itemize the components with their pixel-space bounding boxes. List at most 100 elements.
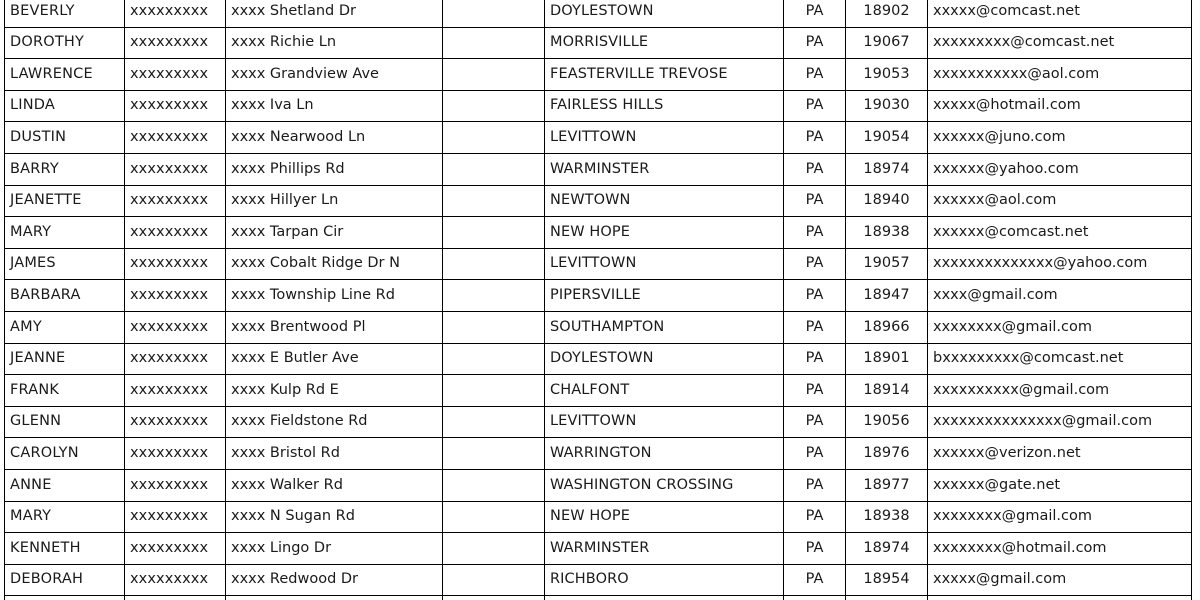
cell-email[interactable]: xxxxxxxx@hotmail.com — [927, 532, 1192, 565]
cell-zip[interactable]: 18947 — [845, 279, 928, 312]
cell-zip[interactable]: 18974 — [845, 152, 928, 186]
cell-city[interactable]: BRISTOL — [544, 595, 784, 600]
cell-state[interactable]: PA — [783, 374, 846, 407]
cell-city[interactable]: RICHBORO — [544, 563, 784, 597]
cell-street-address[interactable]: xxxx Richie Ln — [225, 26, 443, 60]
cell-zip[interactable]: 19054 — [845, 121, 928, 154]
cell-city[interactable]: WARMINSTER — [544, 152, 784, 186]
cell-zip[interactable]: 18977 — [845, 468, 928, 502]
cell-email[interactable]: xxxxxxxx@gmail.com — [927, 500, 1192, 534]
cell-street-address[interactable]: xxxx Kulp Rd E — [225, 374, 443, 407]
cell-last-name[interactable]: xxxxxxxxx — [124, 563, 226, 597]
table-row[interactable]: FREDERICKxxxxxxxxxxxxx Mansion St BRISTOL… — [4, 595, 1192, 600]
cell-state[interactable]: PA — [783, 405, 846, 439]
cell-email[interactable]: xxxxxxxxxxx@aol.com — [927, 58, 1192, 91]
cell-state[interactable]: PA — [783, 437, 846, 470]
cell-street-address[interactable]: xxxx Bristol Rd — [225, 437, 443, 470]
table-row[interactable]: BARBARA xxxxxxxxx xxxx Township Line Rd PIP… — [4, 279, 1192, 312]
cell-last-name[interactable]: xxxxxxxxx — [124, 152, 226, 186]
cell-zip[interactable]: 18938 — [845, 216, 928, 249]
cell-street-address[interactable]: xxxx Lingo Dr — [225, 532, 443, 565]
cell-first-name[interactable]: FRANK — [4, 374, 125, 407]
cell-first-name[interactable]: JAMES — [4, 247, 125, 281]
cell-zip[interactable]: 19030 — [845, 89, 928, 123]
cell-first-name[interactable]: DOROTHY — [4, 26, 125, 60]
cell-zip[interactable]: 19056 — [845, 405, 928, 439]
cell-first-name[interactable]: DEBORAH — [4, 563, 125, 597]
cell-last-name[interactable]: xxxxxxxxx — [124, 468, 226, 502]
cell-zip[interactable]: 18954 — [845, 563, 928, 597]
cell-street-address[interactable]: xxxx Cobalt Ridge Dr N — [225, 247, 443, 281]
cell-state[interactable]: PA — [783, 342, 846, 376]
cell-city[interactable]: CHALFONT — [544, 374, 784, 407]
cell-address-line-2[interactable] — [442, 89, 545, 123]
cell-city[interactable]: LEVITTOWN — [544, 247, 784, 281]
cell-zip[interactable]: 19053 — [845, 58, 928, 91]
table-row[interactable]: CAROLYN xxxxxxxxx xxxx Bristol Rd WARRINGTO… — [4, 437, 1192, 470]
cell-state[interactable]: PA — [783, 58, 846, 91]
cell-street-address[interactable]: xxxx Redwood Dr — [225, 563, 443, 597]
cell-email[interactable]: xxxxxx@comcast.net — [927, 216, 1192, 249]
cell-state[interactable]: PA — [783, 0, 846, 28]
cell-email[interactable]: xxxxxx@juno.com — [927, 121, 1192, 154]
cell-last-name[interactable]: xxxxxxxxx — [124, 374, 226, 407]
table-row[interactable]: KENNETH xxxxxxxxx xxxx Lingo Dr WARMINSTER P… — [4, 532, 1192, 565]
table-row[interactable]: DUSTIN xxxxxxxxx xxxx Nearwood Ln LEVITTOWN… — [4, 121, 1192, 154]
cell-zip[interactable]: 18966 — [845, 310, 928, 344]
cell-last-name[interactable]: xxxxxxxxx — [124, 216, 226, 249]
cell-city[interactable]: DOYLESTOWN — [544, 342, 784, 376]
cell-email[interactable]: xxxxxxxxxxxxxx@yahoo.com — [927, 247, 1192, 281]
cell-state[interactable]: PA — [783, 468, 846, 502]
cell-city[interactable]: SOUTHAMPTON — [544, 310, 784, 344]
cell-street-address[interactable]: xxxx Nearwood Ln — [225, 121, 443, 154]
cell-email[interactable]: xxxxx@comcast.net — [927, 0, 1192, 28]
cell-last-name[interactable]: xxxxxxxxx — [124, 89, 226, 123]
cell-street-address[interactable]: xxxx Fieldstone Rd — [225, 405, 443, 439]
table-row[interactable]: GLENN xxxxxxxxx xxxx Fieldstone Rd LEVITTOW… — [4, 405, 1192, 439]
cell-state[interactable]: PA — [783, 89, 846, 123]
cell-city[interactable]: FEASTERVILLE TREVOSE — [544, 58, 784, 91]
cell-first-name[interactable]: LAWRENCE — [4, 58, 125, 91]
table-row[interactable]: LAWRENCE xxxxxxxxx xxxx Grandview Ave FEAST… — [4, 58, 1192, 91]
cell-email[interactable]: xxxxxx@aol.com — [927, 184, 1192, 218]
cell-state[interactable]: PA — [783, 563, 846, 597]
cell-email[interactable]: xxxx@gmail.com — [927, 279, 1192, 312]
table-row[interactable]: LINDA xxxxxxxxx xxxx Iva Ln FAIRLESS HILLS P… — [4, 89, 1192, 123]
cell-first-name[interactable]: ANNE — [4, 468, 125, 502]
cell-address-line-2[interactable] — [442, 532, 545, 565]
cell-address-line-2[interactable] — [442, 247, 545, 281]
cell-city[interactable]: FAIRLESS HILLS — [544, 89, 784, 123]
cell-last-name[interactable]: xxxxxxxxx — [124, 532, 226, 565]
cell-address-line-2[interactable] — [442, 152, 545, 186]
cell-last-name[interactable]: xxxxxxxxx — [124, 0, 226, 28]
cell-city[interactable]: LEVITTOWN — [544, 121, 784, 154]
cell-first-name[interactable]: BEVERLY — [4, 0, 125, 28]
cell-zip[interactable]: 18938 — [845, 500, 928, 534]
cell-email[interactable]: xxxxxxxxxxxxxxx@gmail.com — [927, 405, 1192, 439]
cell-address-line-2[interactable] — [442, 595, 545, 600]
cell-address-line-2[interactable] — [442, 500, 545, 534]
cell-address-line-2[interactable] — [442, 184, 545, 218]
cell-street-address[interactable]: xxxx Mansion St — [225, 595, 443, 600]
cell-zip[interactable]: 18902 — [845, 0, 928, 28]
cell-first-name[interactable]: MARY — [4, 500, 125, 534]
cell-city[interactable]: DOYLESTOWN — [544, 0, 784, 28]
cell-zip[interactable]: 19007 — [845, 595, 928, 600]
cell-email[interactable]: xxxxxxxxxx@gmail.com — [927, 374, 1192, 407]
cell-city[interactable]: NEW HOPE — [544, 500, 784, 534]
cell-email[interactable]: bxxxxxxxxx@comcast.net — [927, 342, 1192, 376]
cell-first-name[interactable]: DUSTIN — [4, 121, 125, 154]
table-row[interactable]: DEBORAH xxxxxxxxx xxxx Redwood Dr RICHBORO P… — [4, 563, 1192, 597]
cell-city[interactable]: WASHINGTON CROSSING — [544, 468, 784, 502]
cell-address-line-2[interactable] — [442, 563, 545, 597]
table-row[interactable]: BEVERLY xxxxxxxxx xxxx Shetland Dr DOYLESTO… — [4, 0, 1192, 28]
cell-first-name[interactable]: CAROLYN — [4, 437, 125, 470]
cell-state[interactable]: PA — [783, 184, 846, 218]
cell-first-name[interactable]: BARBARA — [4, 279, 125, 312]
cell-first-name[interactable]: MARY — [4, 216, 125, 249]
cell-last-name[interactable]: xxxxxxxxx — [124, 184, 226, 218]
cell-street-address[interactable]: xxxx Township Line Rd — [225, 279, 443, 312]
table-row[interactable]: FRANK xxxxxxxxx xxxx Kulp Rd E CHALFONT PA 18… — [4, 374, 1192, 407]
cell-address-line-2[interactable] — [442, 468, 545, 502]
cell-email[interactable]: xxxxxx@gate.net — [927, 468, 1192, 502]
